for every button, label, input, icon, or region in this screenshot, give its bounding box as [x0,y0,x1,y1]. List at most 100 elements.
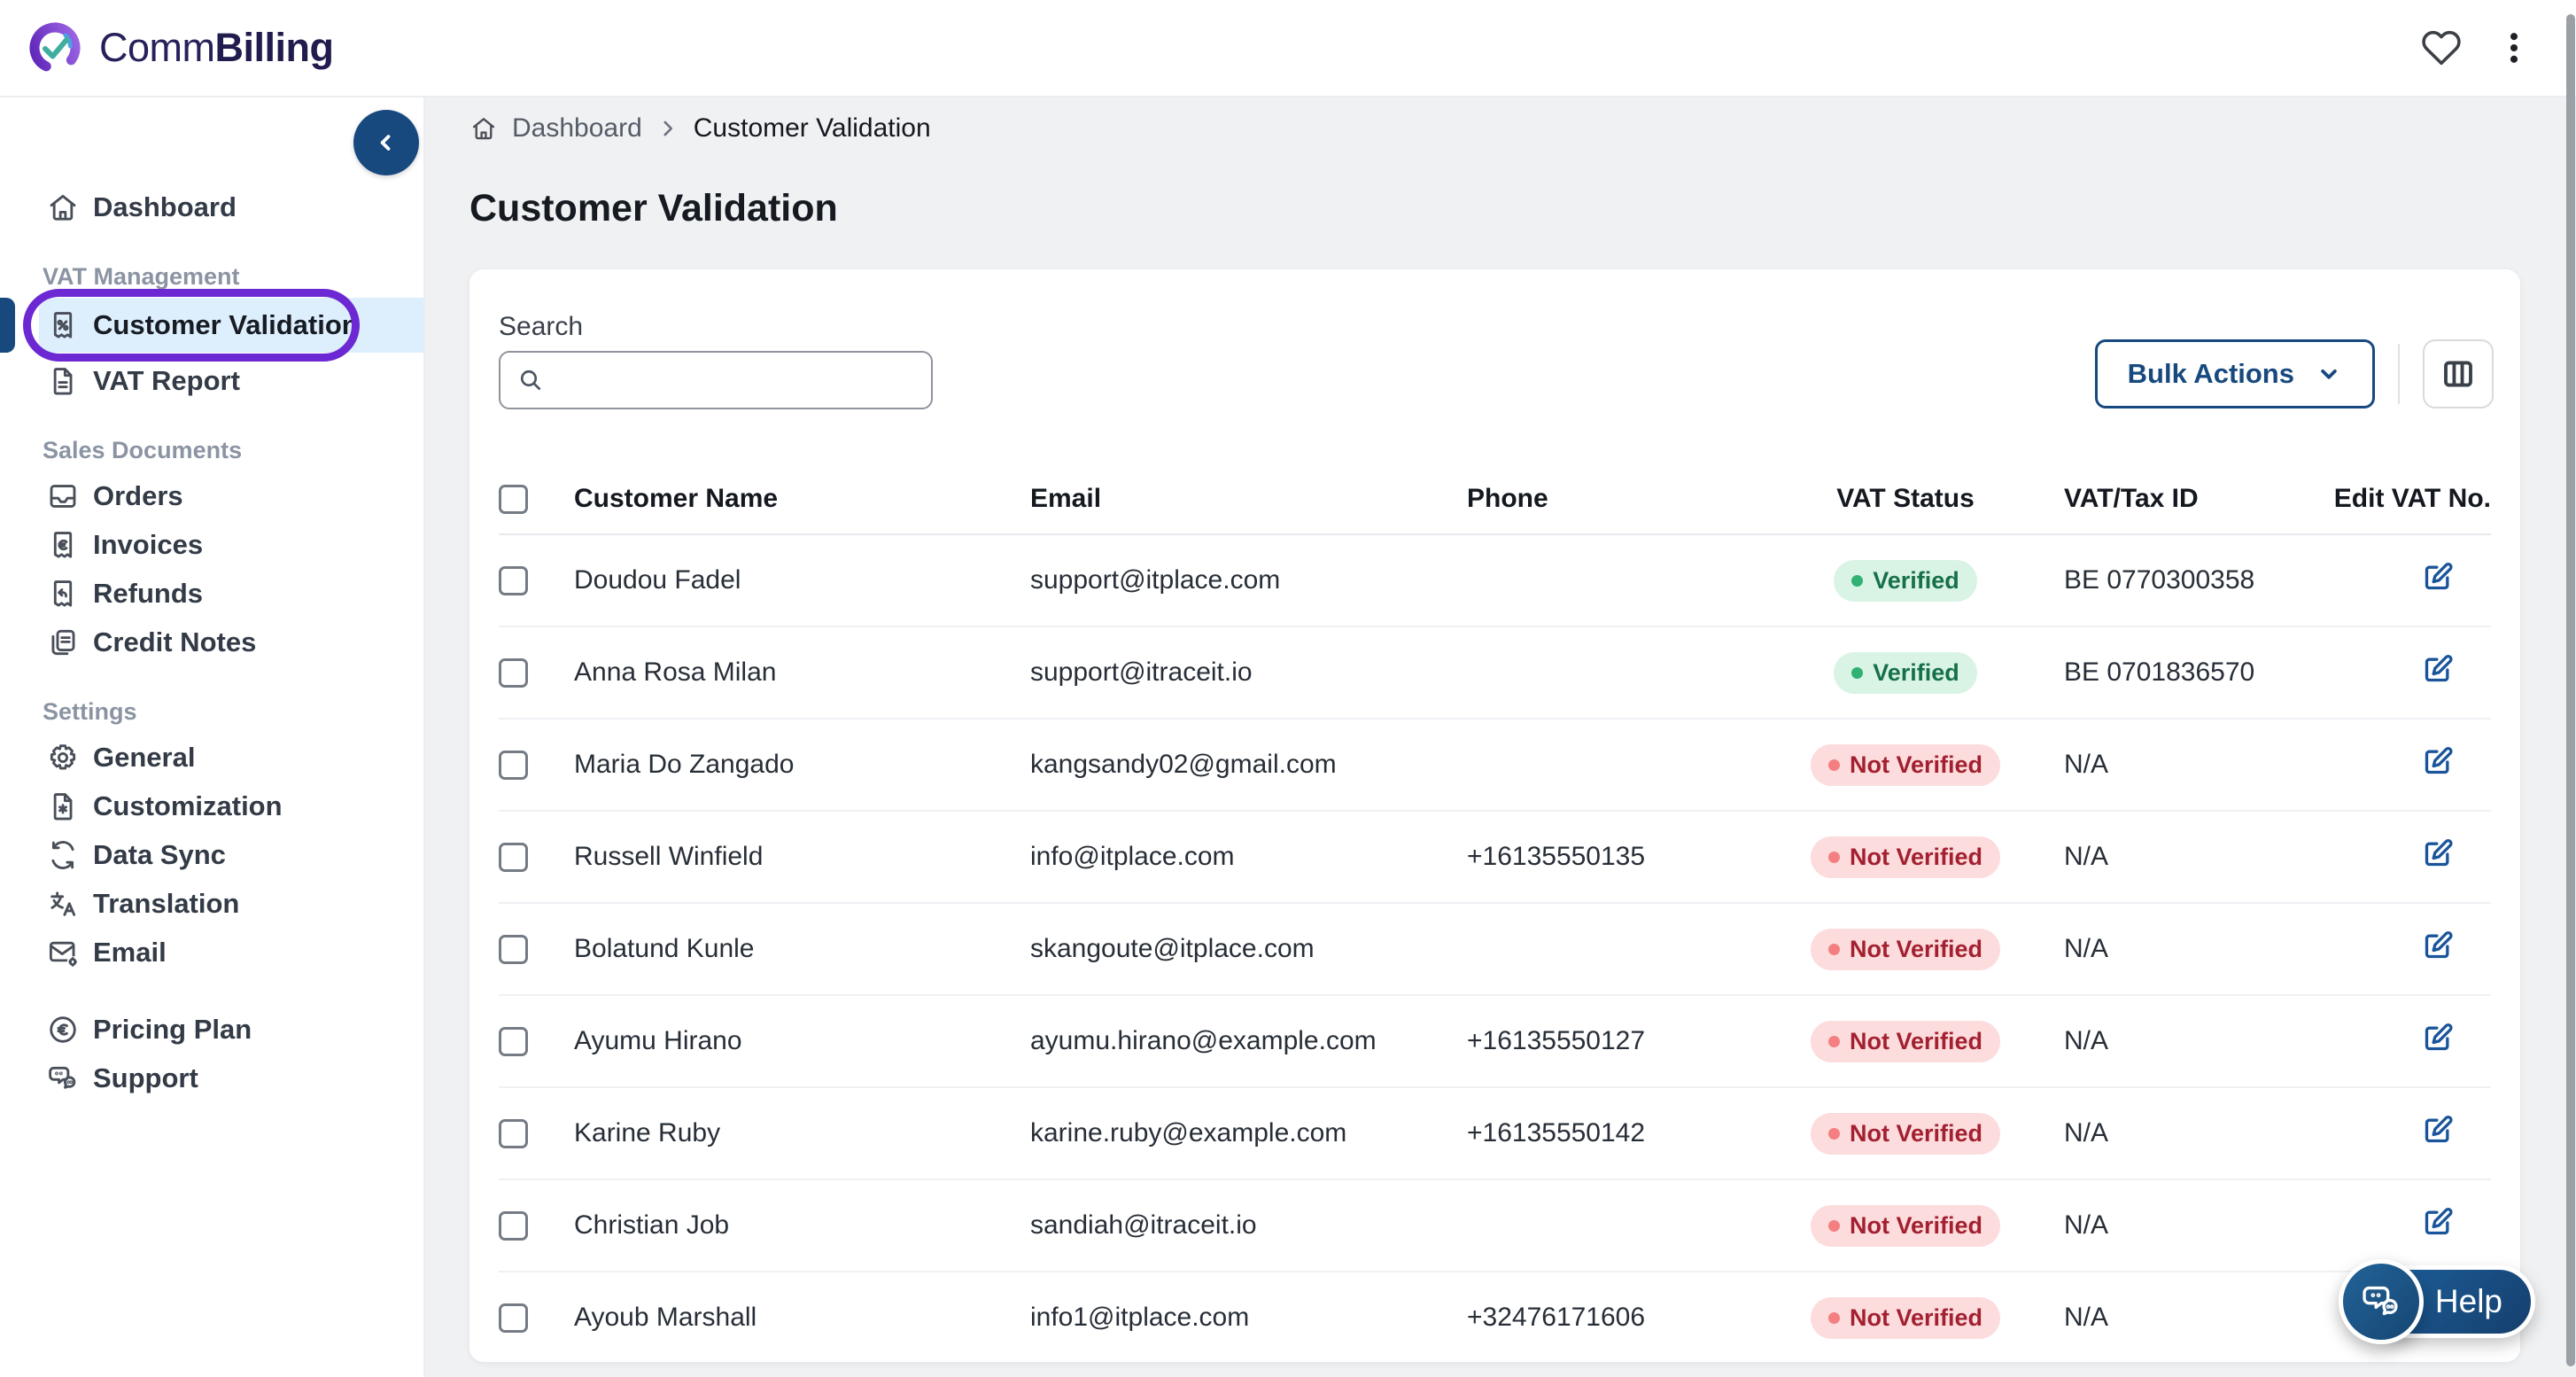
sidebar-item-translation[interactable]: Translation [0,879,423,928]
more-menu-kebab-icon[interactable] [2487,21,2541,74]
row-checkbox[interactable] [499,1027,528,1056]
table-row: Russell Winfieldinfo@itplace.com+1613555… [499,812,2491,904]
vat-tax-id-cell: N/A [2052,1026,2300,1056]
bulk-actions-label: Bulk Actions [2128,358,2294,390]
status-dot-icon [1828,944,1840,955]
home-icon [46,191,80,224]
edit-vat-button[interactable] [2420,651,2456,687]
edit-vat-button[interactable] [2420,743,2456,779]
sidebar-item-orders[interactable]: Orders [0,471,423,520]
sidebar-item-data-sync[interactable]: Data Sync [0,830,423,879]
edit-vat-button[interactable] [2420,1112,2456,1148]
home-icon [469,114,498,143]
table-row: Ayoub Marshallinfo1@itplace.com+32476171… [499,1272,2491,1362]
search-icon [516,366,545,394]
customer-name-cell: Maria Do Zangado [574,750,1030,780]
edit-pencil-icon [2420,928,2456,963]
customer-name-cell: Anna Rosa Milan [574,657,1030,688]
edit-vat-button[interactable] [2420,1020,2456,1055]
sidebar-item-vat-report[interactable]: VAT Report [0,356,423,405]
edit-pencil-icon [2420,1204,2456,1240]
select-all-checkbox[interactable] [499,485,528,514]
customer-name-cell: Bolatund Kunle [574,934,1030,964]
email-cell: info1@itplace.com [1030,1303,1467,1333]
phone-cell: +16135550142 [1467,1118,1759,1148]
status-dot-icon [1828,1312,1840,1324]
edit-vat-button[interactable] [2420,1204,2456,1240]
customer-name-cell: Karine Ruby [574,1118,1030,1148]
sidebar-collapse-button[interactable] [353,110,419,175]
document-gear-icon [46,790,80,823]
vat-tax-id-cell: N/A [2052,1210,2300,1241]
row-checkbox[interactable] [499,935,528,964]
favorites-heart-icon[interactable] [2415,21,2468,74]
row-checkbox[interactable] [499,566,528,595]
vat-status-label: Not Verified [1850,1304,1982,1332]
phone-cell: +16135550135 [1467,842,1759,872]
edit-pencil-icon [2420,1112,2456,1148]
vat-status-badge: Verified [1834,652,1977,694]
table-row: Christian Jobsandiah@itraceit.ioNot Veri… [499,1180,2491,1272]
edit-vat-button[interactable] [2420,836,2456,871]
sidebar-item-customer-validation[interactable]: Customer Validation [0,298,423,353]
column-settings-button[interactable] [2423,339,2494,408]
sidebar-item-credit-notes[interactable]: Credit Notes [0,618,423,666]
status-dot-icon [1828,759,1840,771]
search-label: Search [499,269,2491,342]
sidebar-item-label: Customization [93,790,283,822]
sidebar-item-label: Invoices [93,529,203,561]
vat-status-badge: Not Verified [1811,1021,2000,1062]
row-checkbox[interactable] [499,658,528,688]
email-cell: support@itraceit.io [1030,657,1467,688]
vat-tax-id-cell: N/A [2052,1303,2300,1333]
row-checkbox[interactable] [499,751,528,780]
help-chat-button[interactable] [2339,1259,2424,1344]
vat-status-badge: Not Verified [1811,1205,2000,1247]
edit-vat-button[interactable] [2420,559,2456,595]
sidebar-item-label: Customer Validation [93,309,359,341]
columns-icon [2440,355,2477,393]
sidebar-item-invoices[interactable]: Invoices [0,520,423,569]
bulk-actions-button[interactable]: Bulk Actions [2095,339,2375,408]
chevron-right-icon [656,117,679,140]
search-box [499,351,933,409]
vat-status-badge: Not Verified [1811,1297,2000,1339]
sync-icon [46,838,80,872]
vat-status-badge: Verified [1834,560,1977,602]
sidebar-item-refunds[interactable]: Refunds [0,569,423,618]
sidebar-item-label: Credit Notes [93,626,256,658]
sidebar-item-pricing-plan[interactable]: Pricing Plan [0,1005,423,1054]
translate-icon [46,887,80,921]
sidebar-section-sales-documents: Sales Documents [43,437,423,464]
euro-circle-icon [46,1013,80,1046]
row-checkbox[interactable] [499,1211,528,1241]
edit-pencil-icon [2420,651,2456,687]
vat-tax-id-cell: N/A [2052,842,2300,872]
row-checkbox[interactable] [499,1119,528,1148]
vertical-scrollbar[interactable] [2566,14,2575,1366]
table-row: Karine Rubykarine.ruby@example.com+16135… [499,1088,2491,1180]
column-header-customer-name: Customer Name [574,484,1030,514]
vat-status-label: Verified [1873,567,1959,595]
email-cell: kangsandy02@gmail.com [1030,750,1467,780]
edit-vat-button[interactable] [2420,928,2456,963]
phone-cell: +32476171606 [1467,1303,1759,1333]
search-input[interactable] [555,365,915,395]
sidebar-item-email[interactable]: Email [0,928,423,976]
sidebar-item-support[interactable]: Support [0,1054,423,1102]
email-cell: skangoute@itplace.com [1030,934,1467,964]
email-cell: info@itplace.com [1030,842,1467,872]
column-header-vat-status: VAT Status [1836,484,1975,514]
sidebar-item-general[interactable]: General [0,733,423,782]
sidebar-item-label: General [93,742,195,774]
row-checkbox[interactable] [499,843,528,872]
sidebar-item-customization[interactable]: Customization [0,782,423,830]
breadcrumb-link-dashboard[interactable]: Dashboard [512,113,642,144]
sidebar-item-dashboard[interactable]: Dashboard [0,183,423,231]
row-checkbox[interactable] [499,1303,528,1333]
status-dot-icon [1851,575,1863,587]
sidebar-item-label: Dashboard [93,191,237,223]
sidebar: Dashboard VAT Management Customer Valida… [0,97,425,1377]
app-logo: CommBilling [0,0,2576,96]
sidebar-section-settings: Settings [43,698,423,726]
